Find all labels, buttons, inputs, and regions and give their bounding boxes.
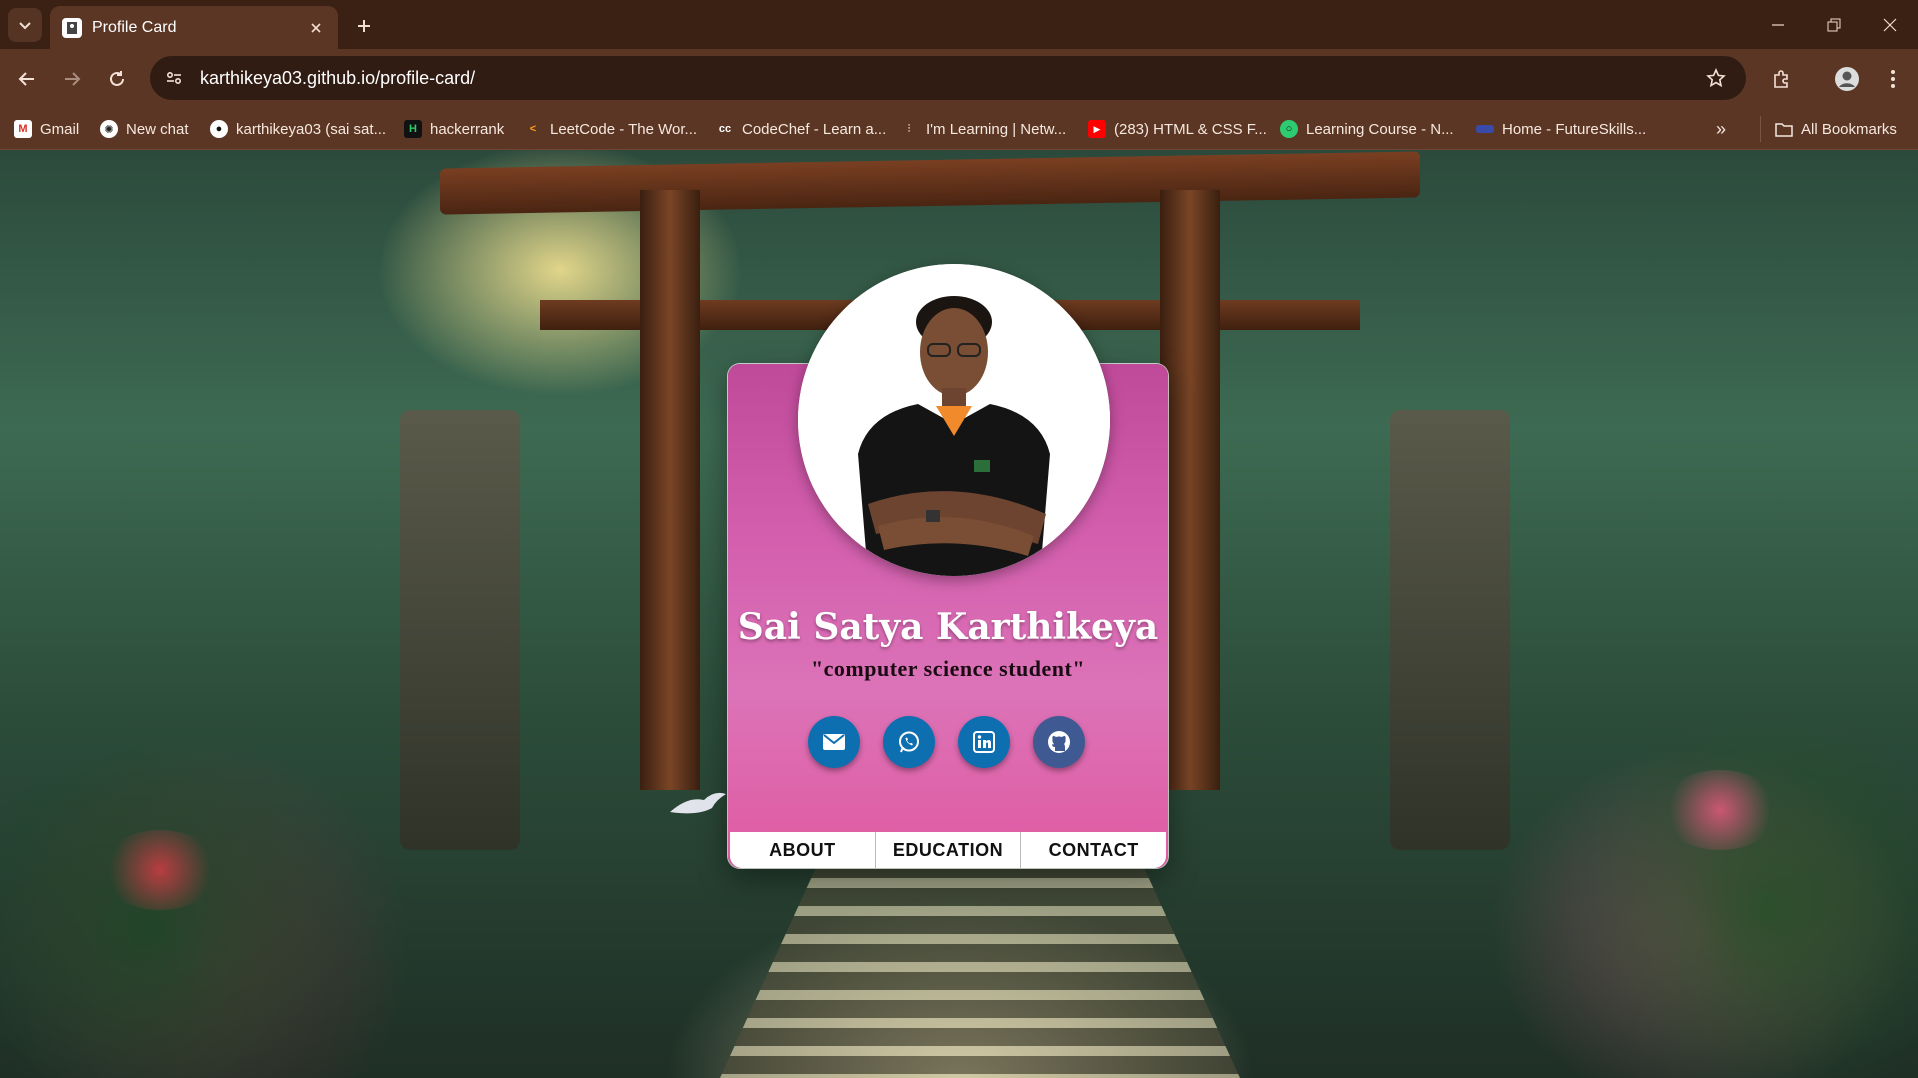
bookmark-label: New chat bbox=[126, 120, 189, 138]
arrow-right-icon bbox=[65, 72, 81, 86]
forward-button[interactable] bbox=[55, 62, 89, 96]
bookmark-item[interactable]: ⫶ I'm Learning | Netw... bbox=[900, 116, 1067, 142]
profile-avatar-icon[interactable] bbox=[1830, 62, 1864, 96]
reload-icon bbox=[110, 71, 124, 86]
github-icon: ● bbox=[210, 120, 228, 138]
bookmark-label: karthikeya03 (sai sat... bbox=[236, 120, 387, 138]
chatgpt-icon: ✺ bbox=[100, 120, 118, 138]
social-links bbox=[808, 716, 1088, 770]
tab-profile-card[interactable]: Profile Card bbox=[50, 6, 338, 49]
torii-gate-top bbox=[440, 151, 1420, 215]
bookmark-item[interactable]: M Gmail bbox=[14, 116, 79, 142]
torii-pillar-left bbox=[640, 190, 700, 790]
stone-stairs bbox=[720, 850, 1240, 1078]
stone-lantern-left bbox=[400, 410, 520, 850]
bookmark-label: Home - FutureSkills... bbox=[1502, 120, 1647, 138]
bookmark-label: hackerrank bbox=[430, 120, 505, 138]
bookmark-label: CodeChef - Learn a... bbox=[742, 120, 887, 138]
tab-title: Profile Card bbox=[92, 18, 177, 36]
close-icon bbox=[1883, 18, 1897, 31]
profile-name: Sai Satya Karthikeya bbox=[737, 606, 1159, 648]
github-button[interactable] bbox=[1033, 716, 1085, 768]
address-bar[interactable]: karthikeya03.github.io/profile-card/ bbox=[150, 56, 1746, 100]
course-icon: ○ bbox=[1280, 120, 1298, 138]
card-nav: ABOUT EDUCATION CONTACT bbox=[730, 832, 1166, 868]
bookmarks-bar: M Gmail ✺ New chat ● karthikeya03 (sai s… bbox=[0, 108, 1918, 150]
foliage bbox=[1560, 710, 1918, 1078]
linkedin-icon bbox=[973, 731, 995, 753]
tab-close-icon[interactable] bbox=[306, 18, 326, 38]
nav-education[interactable]: EDUCATION bbox=[876, 832, 1022, 868]
url-text[interactable]: karthikeya03.github.io/profile-card/ bbox=[200, 68, 475, 89]
cisco-icon: ⫶ bbox=[907, 122, 911, 135]
profile-tagline: "computer science student" bbox=[810, 656, 1086, 681]
tab-bar: Profile Card bbox=[0, 0, 1918, 49]
white-bird-decoration bbox=[670, 792, 726, 814]
person-photo-icon bbox=[798, 264, 1110, 576]
bookmark-item[interactable]: cc CodeChef - Learn a... bbox=[716, 116, 886, 142]
linkedin-button[interactable] bbox=[958, 716, 1010, 768]
bookmark-star-icon[interactable] bbox=[1700, 62, 1732, 94]
whatsapp-icon bbox=[899, 731, 919, 753]
extensions-icon[interactable] bbox=[1764, 62, 1798, 96]
flowers bbox=[1660, 770, 1780, 850]
nav-contact[interactable]: CONTACT bbox=[1021, 832, 1166, 868]
reload-button[interactable] bbox=[100, 62, 134, 96]
tab-search-button[interactable] bbox=[8, 8, 42, 42]
youtube-icon: ▶ bbox=[1088, 120, 1106, 138]
whatsapp-button[interactable] bbox=[883, 716, 935, 768]
hackerrank-icon: H bbox=[404, 120, 422, 138]
site-info-icon[interactable] bbox=[156, 60, 192, 96]
email-button[interactable] bbox=[808, 716, 860, 768]
codechef-icon: cc bbox=[718, 123, 732, 135]
bookmark-item[interactable]: H hackerrank bbox=[404, 116, 504, 142]
bookmark-label: LeetCode - The Wor... bbox=[550, 120, 698, 138]
bookmarks-overflow-button[interactable]: » bbox=[1716, 116, 1726, 142]
foliage bbox=[0, 750, 360, 1078]
arrow-left-icon bbox=[18, 72, 34, 86]
bookmark-item[interactable]: Home - FutureSkills... bbox=[1476, 116, 1646, 142]
nav-about[interactable]: ABOUT bbox=[730, 832, 876, 868]
all-bookmarks-label: All Bookmarks bbox=[1801, 120, 1897, 138]
bookmark-item[interactable]: ▶ (283) HTML & CSS F... bbox=[1088, 116, 1267, 142]
bookmark-label: Gmail bbox=[40, 120, 80, 138]
close-window-button[interactable] bbox=[1862, 0, 1918, 49]
bookmark-item[interactable]: ● karthikeya03 (sai sat... bbox=[210, 116, 386, 142]
restore-icon bbox=[1827, 18, 1841, 31]
bookmark-item[interactable]: < LeetCode - The Wor... bbox=[524, 116, 697, 142]
bookmark-item[interactable]: ○ Learning Course - N... bbox=[1280, 116, 1454, 142]
double-chevron-right-icon: » bbox=[1716, 118, 1727, 139]
flowers bbox=[100, 830, 220, 910]
github-icon bbox=[1048, 731, 1070, 753]
back-button[interactable] bbox=[10, 62, 44, 96]
plus-icon bbox=[358, 20, 370, 32]
bookmark-label: Learning Course - N... bbox=[1306, 120, 1454, 138]
bookmark-label: I'm Learning | Netw... bbox=[926, 120, 1067, 138]
stone-lantern-right bbox=[1390, 410, 1510, 850]
gmail-icon: M bbox=[14, 120, 32, 138]
leetcode-icon: < bbox=[529, 123, 537, 135]
new-tab-button[interactable] bbox=[350, 12, 378, 40]
folder-icon bbox=[1775, 120, 1793, 138]
email-icon bbox=[823, 734, 845, 750]
torii-pillar-right bbox=[1160, 190, 1220, 790]
bookmark-label: (283) HTML & CSS F... bbox=[1114, 120, 1267, 138]
chevron-down-icon bbox=[19, 22, 31, 30]
restore-button[interactable] bbox=[1806, 0, 1862, 49]
browser-toolbar: karthikeya03.github.io/profile-card/ bbox=[0, 49, 1918, 108]
minimize-icon bbox=[1772, 23, 1784, 26]
futureskills-icon bbox=[1476, 125, 1494, 133]
more-menu-icon[interactable] bbox=[1876, 62, 1910, 96]
bookmark-item[interactable]: ✺ New chat bbox=[100, 116, 189, 142]
minimize-button[interactable] bbox=[1750, 0, 1806, 49]
page-favicon-icon bbox=[62, 17, 82, 38]
profile-avatar bbox=[798, 264, 1110, 576]
all-bookmarks-button[interactable]: All Bookmarks bbox=[1760, 116, 1897, 142]
